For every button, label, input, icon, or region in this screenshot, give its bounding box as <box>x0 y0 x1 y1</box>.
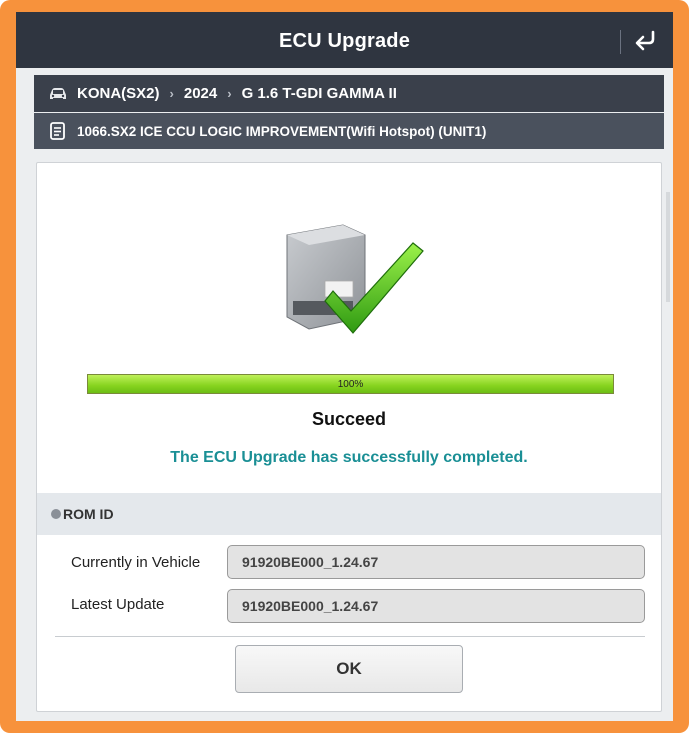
rom-id-title: ROM ID <box>63 506 114 522</box>
result-title: Succeed <box>311 409 387 429</box>
progress-bar: 100% <box>87 374 614 394</box>
document-icon <box>50 122 65 140</box>
current-version-label: Currently in Vehicle <box>71 554 201 571</box>
orange-frame: ECU Upgrade KONA(SX2) › 2024 › G 1.6 T-G… <box>0 0 689 733</box>
progress-label: 100% <box>337 379 364 390</box>
chevron-right-icon: › <box>169 86 174 101</box>
task-label: 1066.SX2 ICE CCU LOGIC IMPROVEMENT(Wifi … <box>77 123 487 139</box>
breadcrumb: KONA(SX2) › 2024 › G 1.6 T-GDI GAMMA II <box>34 75 664 112</box>
app-screen: ECU Upgrade KONA(SX2) › 2024 › G 1.6 T-G… <box>16 12 673 721</box>
return-arrow-icon[interactable] <box>628 25 662 55</box>
upgrade-result-dialog: 100% Succeed The ECU Upgrade has success… <box>36 162 662 712</box>
divider <box>55 636 645 637</box>
chevron-right-icon: › <box>227 86 232 101</box>
ok-button[interactable]: OK <box>235 645 463 693</box>
title-bar: ECU Upgrade <box>16 12 673 68</box>
result-message: The ECU Upgrade has successfully complet… <box>170 449 528 466</box>
ecu-check-icon <box>286 224 424 334</box>
scrollbar[interactable] <box>666 192 670 302</box>
title-divider <box>620 30 621 54</box>
breadcrumb-year[interactable]: 2024 <box>184 85 217 102</box>
bullet-icon <box>51 509 61 519</box>
breadcrumb-engine[interactable]: G 1.6 T-GDI GAMMA II <box>242 85 397 102</box>
latest-version-field: 91920BE000_1.24.67 <box>227 589 645 623</box>
latest-version-label: Latest Update <box>71 596 165 613</box>
car-icon <box>50 87 66 99</box>
current-version-field: 91920BE000_1.24.67 <box>227 545 645 579</box>
page-title: ECU Upgrade <box>278 30 411 52</box>
rom-id-header: ROM ID <box>37 493 661 535</box>
breadcrumb-model[interactable]: KONA(SX2) <box>77 85 160 102</box>
task-row: 1066.SX2 ICE CCU LOGIC IMPROVEMENT(Wifi … <box>34 113 664 149</box>
